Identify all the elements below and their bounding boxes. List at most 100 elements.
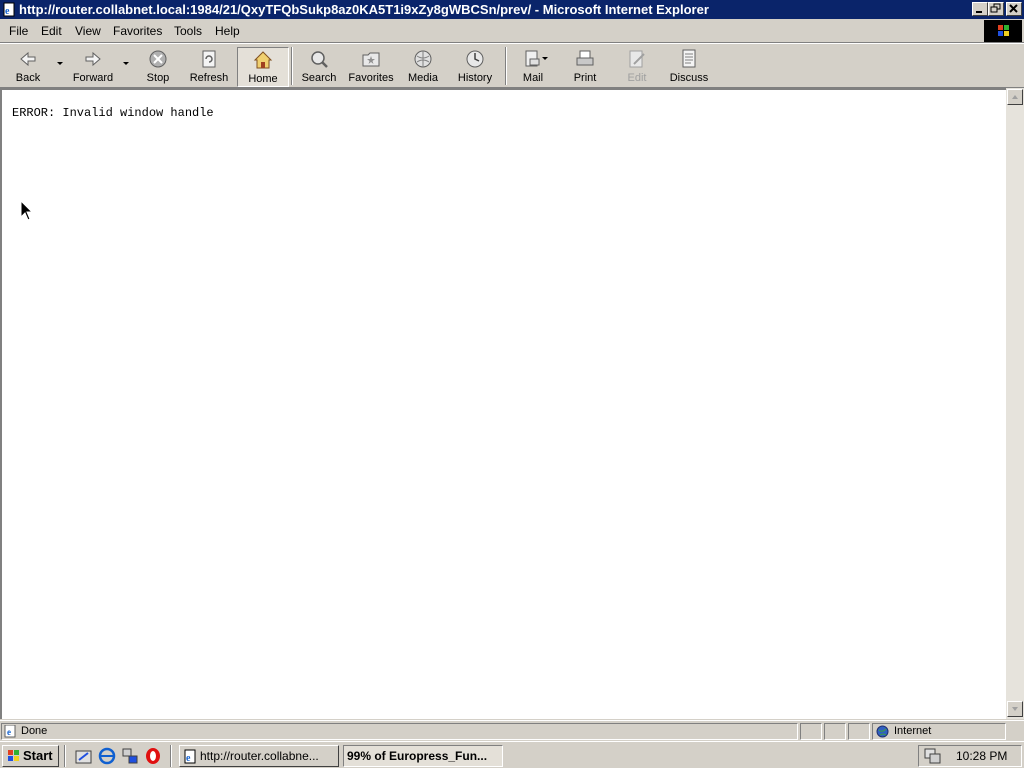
mail-dropdown-icon[interactable]	[542, 57, 548, 60]
home-button[interactable]: Home	[237, 47, 289, 87]
zone-label: Internet	[894, 725, 932, 737]
search-button[interactable]: Search	[298, 47, 340, 85]
history-label: History	[457, 72, 493, 84]
favorites-label: Favorites	[348, 72, 394, 84]
edit-button[interactable]: Edit	[619, 47, 655, 85]
ie-page-icon: e	[184, 749, 196, 764]
search-icon	[311, 51, 328, 68]
internet-explorer-icon[interactable]	[98, 747, 116, 765]
menu-help[interactable]: Help	[215, 24, 240, 38]
window-title-bar[interactable]: e http://router.collabnet.local:1984/21/…	[0, 0, 1024, 19]
restore-icon	[990, 3, 1001, 13]
minimize-icon	[976, 11, 982, 13]
status-text: Done	[21, 725, 48, 737]
windows-logo-icon	[984, 20, 1022, 42]
print-button[interactable]: Print	[566, 47, 604, 85]
stop-button[interactable]: Stop	[138, 47, 178, 85]
print-label: Print	[573, 72, 597, 84]
media-button[interactable]: Media	[404, 47, 442, 85]
history-icon	[466, 50, 484, 68]
printer-icon	[576, 50, 594, 66]
close-button[interactable]	[1006, 2, 1022, 16]
refresh-button[interactable]: Refresh	[186, 47, 232, 85]
stop-label: Stop	[146, 72, 170, 84]
history-button[interactable]: History	[454, 47, 496, 85]
opera-icon[interactable]	[144, 747, 162, 765]
status-bar: e Done Internet	[0, 720, 1024, 741]
menu-view[interactable]: View	[75, 24, 101, 38]
forward-button[interactable]: Forward	[68, 47, 118, 85]
menu-bar: File Edit View Favorites Tools Help	[0, 19, 1024, 43]
discuss-button[interactable]: Discuss	[668, 47, 710, 85]
status-pane	[800, 723, 822, 740]
show-desktop-icon[interactable]	[75, 748, 93, 766]
chevron-down-icon	[1012, 707, 1018, 711]
media-globe-icon	[414, 50, 432, 68]
toolbar-separator	[291, 47, 293, 85]
chevron-up-icon	[1012, 95, 1018, 99]
svg-text:e: e	[5, 6, 10, 17]
taskbar: Start e http://router.collabne... 99% of…	[0, 741, 1024, 768]
minimize-button[interactable]	[972, 2, 988, 16]
home-label: Home	[248, 73, 278, 85]
clock[interactable]: 10:28 PM	[956, 749, 1007, 763]
mail-icon	[525, 50, 540, 67]
back-label: Back	[15, 72, 41, 84]
favorites-folder-icon	[362, 52, 380, 67]
internet-globe-icon	[876, 725, 889, 738]
tray-network-icon[interactable]	[924, 748, 942, 764]
task-download[interactable]: 99% of Europress_Fun...	[343, 745, 503, 767]
svg-text:e: e	[186, 753, 191, 764]
page-done-icon: e	[4, 725, 16, 738]
menu-file[interactable]: File	[9, 24, 28, 38]
restore-button[interactable]	[988, 2, 1004, 16]
ie-page-icon: e	[3, 2, 15, 17]
mail-label: Mail	[522, 72, 544, 84]
discuss-label: Discuss	[669, 72, 709, 84]
refresh-icon	[202, 50, 216, 68]
system-tray: 10:28 PM	[918, 745, 1022, 767]
start-label: Start	[23, 748, 53, 763]
network-icon[interactable]	[121, 747, 139, 765]
mail-button[interactable]: Mail	[514, 47, 552, 85]
edit-label: Edit	[627, 72, 647, 84]
refresh-label: Refresh	[189, 72, 229, 84]
search-label: Search	[301, 72, 337, 84]
page-content[interactable]: ERROR: Invalid window handle	[0, 88, 1006, 719]
task-label: 99% of Europress_Fun...	[347, 749, 488, 763]
back-dropdown-icon[interactable]	[57, 62, 63, 65]
status-pane	[848, 723, 870, 740]
favorites-button[interactable]: Favorites	[346, 47, 396, 85]
forward-dropdown-icon[interactable]	[123, 62, 129, 65]
forward-label: Forward	[72, 72, 114, 84]
scroll-up-button[interactable]	[1007, 89, 1023, 105]
taskbar-separator	[64, 745, 66, 767]
edit-page-icon	[629, 50, 645, 68]
taskbar-separator	[170, 745, 172, 767]
discuss-icon	[682, 49, 696, 68]
menu-favorites[interactable]: Favorites	[113, 24, 162, 38]
stop-icon	[149, 50, 167, 68]
svg-text:e: e	[7, 727, 11, 737]
toolbar-separator	[505, 47, 507, 85]
task-label: http://router.collabne...	[200, 749, 319, 763]
error-message: ERROR: Invalid window handle	[12, 106, 214, 120]
home-icon	[253, 51, 273, 69]
menu-edit[interactable]: Edit	[41, 24, 62, 38]
start-button[interactable]: Start	[2, 745, 59, 767]
close-icon	[1009, 4, 1018, 13]
scroll-down-button[interactable]	[1007, 701, 1023, 717]
windows-flag-icon	[8, 750, 19, 761]
menu-tools[interactable]: Tools	[174, 24, 202, 38]
back-arrow-icon	[20, 51, 36, 67]
security-zone-pane[interactable]: Internet	[872, 723, 1006, 740]
forward-arrow-icon	[85, 51, 101, 67]
window-title: http://router.collabnet.local:1984/21/Qx…	[19, 2, 709, 17]
status-pane	[824, 723, 846, 740]
status-text-pane: e Done	[1, 723, 798, 740]
vertical-scrollbar[interactable]	[1006, 88, 1024, 719]
media-label: Media	[408, 72, 438, 84]
task-ie-window[interactable]: e http://router.collabne...	[179, 745, 339, 767]
standard-toolbar: Back Forward Stop Refresh Home Search Fa…	[0, 43, 1024, 88]
back-button[interactable]: Back	[6, 47, 50, 85]
